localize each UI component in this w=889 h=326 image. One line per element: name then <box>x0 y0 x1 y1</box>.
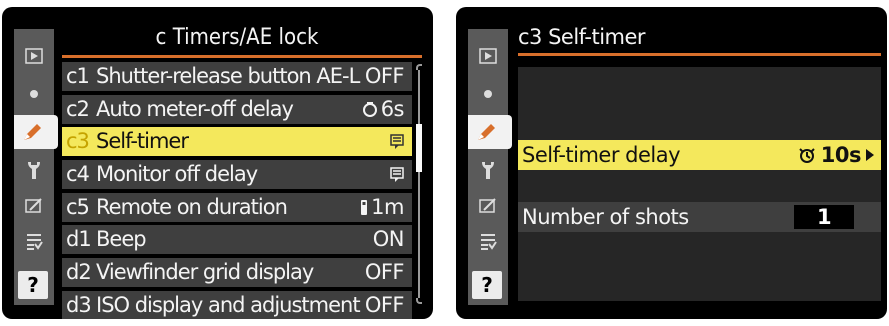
item-value-wrap: 1m <box>360 193 404 222</box>
recent-settings-icon[interactable] <box>18 225 50 259</box>
item-code: c3 <box>66 129 90 154</box>
item-label: Remote on duration <box>96 194 288 219</box>
item-code: c2 <box>66 96 90 121</box>
menu-item-c3[interactable]: c3 Self-timer <box>62 127 412 157</box>
monitor-menu-icon <box>390 166 404 182</box>
item-label: ISO display and adjustment <box>96 292 361 317</box>
scrollbar[interactable] <box>416 64 422 304</box>
item-code: c5 <box>66 194 90 219</box>
menu-tab-bar: ? <box>468 29 512 305</box>
page-title: c3 Self-timer <box>518 25 646 49</box>
item-label: Beep <box>96 227 147 252</box>
playback-menu-icon[interactable] <box>472 39 504 73</box>
help-button[interactable]: ? <box>18 271 48 299</box>
item-value: 6s <box>380 96 405 121</box>
item-label: Shutter-release button AE-L <box>96 64 360 88</box>
retouch-menu-icon[interactable] <box>18 189 50 223</box>
menu-item-c4[interactable]: c4 Monitor off delay <box>62 160 412 190</box>
meter-off-timer-icon <box>362 102 377 118</box>
menu-item-d2[interactable]: d2 Viewfinder grid display OFF <box>62 258 412 288</box>
item-code: c4 <box>66 162 90 187</box>
item-value-wrap: 10s <box>797 140 875 170</box>
menu-item-d3[interactable]: d3 ISO display and adjustment OFF <box>62 290 412 319</box>
self-timer-delay-item[interactable]: Self-timer delay 10s <box>518 140 881 170</box>
item-label: Monitor off delay <box>96 162 258 187</box>
item-label: Self-timer delay <box>522 143 681 167</box>
item-code: d3 <box>66 292 92 317</box>
submenu-panel <box>518 67 881 301</box>
scrollbar-thumb[interactable] <box>416 124 422 172</box>
item-value: 10s <box>820 143 862 167</box>
menu-item-c1[interactable]: c1 Shutter-release button AE-L OFF <box>62 62 412 91</box>
recent-settings-icon[interactable] <box>472 225 504 259</box>
custom-settings-pencil-icon[interactable] <box>14 115 58 149</box>
menu-list: c1 Shutter-release button AE-L OFF c2 Au… <box>62 62 412 319</box>
item-value: OFF <box>364 64 405 88</box>
item-code: d1 <box>66 227 92 252</box>
help-button[interactable]: ? <box>472 271 502 299</box>
item-value-wrap <box>390 127 404 156</box>
item-value: OFF <box>364 260 405 285</box>
shooting-menu-icon[interactable] <box>472 77 504 111</box>
title-underline <box>518 53 881 56</box>
item-value: 1m <box>371 194 404 219</box>
item-label: Viewfinder grid display <box>96 260 314 285</box>
menu-item-d1[interactable]: d1 Beep ON <box>62 225 412 255</box>
item-code: c1 <box>66 64 90 88</box>
menu-item-c5[interactable]: c5 Remote on duration 1m <box>62 192 412 222</box>
setup-wrench-icon[interactable] <box>18 153 50 187</box>
setup-wrench-icon[interactable] <box>472 153 504 187</box>
self-timer-submenu-screen: ? c3 Self-timer Self-timer delay 10s Num… <box>456 7 887 319</box>
retouch-menu-icon[interactable] <box>472 189 504 223</box>
item-value-wrap: 6s <box>362 95 405 124</box>
item-code: d2 <box>66 260 92 285</box>
help-label: ? <box>481 273 493 297</box>
shots-value-box[interactable]: 1 <box>794 205 854 229</box>
self-timer-icon <box>799 148 815 163</box>
number-of-shots-item[interactable]: Number of shots 1 <box>518 202 881 232</box>
scrollbar-track <box>418 70 420 298</box>
title-underline <box>62 55 422 58</box>
shooting-menu-icon[interactable] <box>18 77 50 111</box>
custom-settings-menu-screen: ? c Timers/AE lock c1 Shutter-release bu… <box>2 7 433 319</box>
chevron-right-icon <box>866 149 874 161</box>
scrollbar-bottom-cap <box>416 298 422 304</box>
item-label: Self-timer <box>96 129 189 154</box>
page-title: c Timers/AE lock <box>155 25 319 50</box>
item-label: Number of shots <box>522 205 689 229</box>
menu-tab-bar: ? <box>14 29 58 305</box>
remote-icon <box>361 200 368 216</box>
item-value: ON <box>372 227 405 252</box>
menu-item-c2[interactable]: c2 Auto meter-off delay 6s <box>62 94 412 124</box>
item-value-wrap <box>390 160 404 189</box>
help-label: ? <box>27 273 39 297</box>
custom-settings-pencil-icon[interactable] <box>468 115 512 149</box>
item-value: OFF <box>364 292 405 317</box>
item-label: Auto meter-off delay <box>96 96 294 121</box>
playback-menu-icon[interactable] <box>18 39 50 73</box>
self-timer-menu-icon <box>390 134 404 149</box>
